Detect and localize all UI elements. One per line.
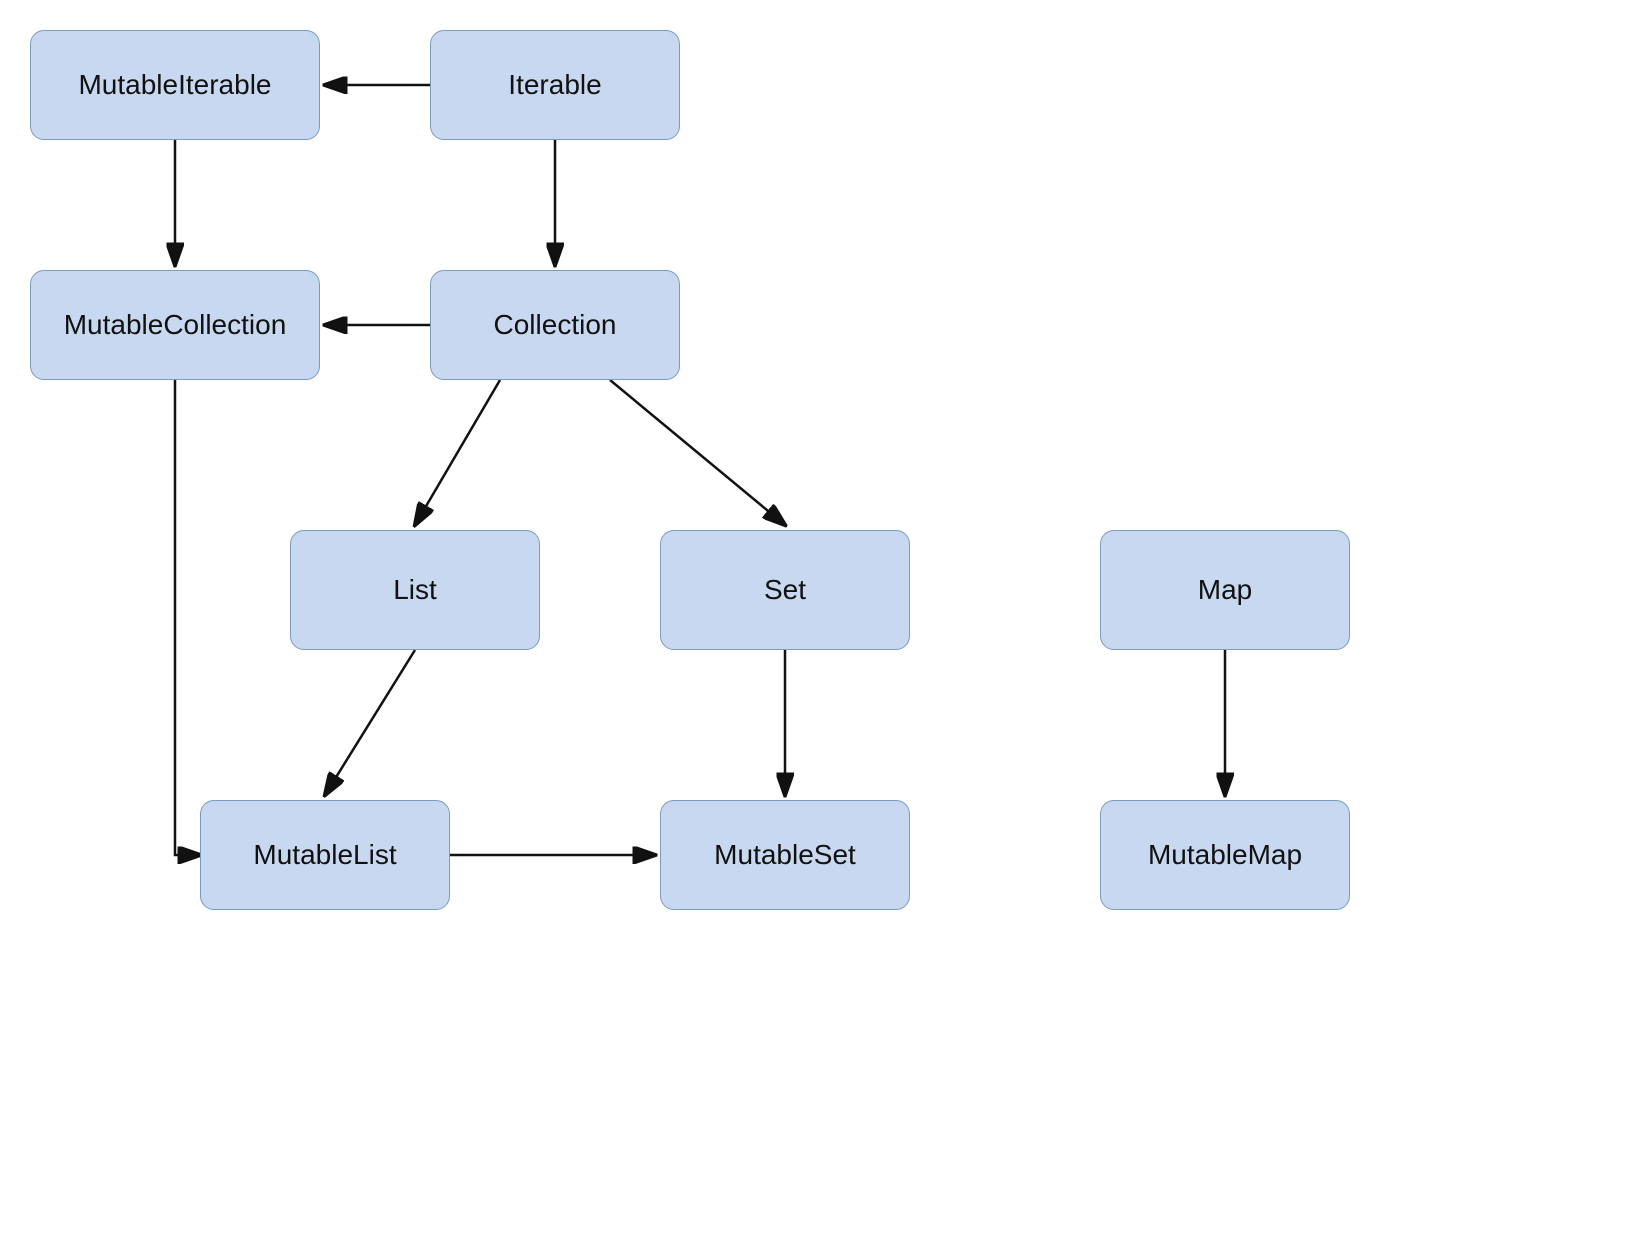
node-mutable-set: MutableSet — [660, 800, 910, 910]
node-label-mutable-map: MutableMap — [1148, 839, 1302, 871]
node-label-mutable-list: MutableList — [253, 839, 396, 871]
node-mutable-map: MutableMap — [1100, 800, 1350, 910]
node-label-iterable: Iterable — [508, 69, 601, 101]
node-label-mutable-collection: MutableCollection — [64, 309, 287, 341]
node-label-collection: Collection — [494, 309, 617, 341]
node-label-mutable-set: MutableSet — [714, 839, 856, 871]
node-mutable-list: MutableList — [200, 800, 450, 910]
node-label-map: Map — [1198, 574, 1252, 606]
diagram-container: MutableIterable Iterable MutableCollecti… — [0, 0, 1627, 1245]
node-label-mutable-iterable: MutableIterable — [78, 69, 271, 101]
node-list: List — [290, 530, 540, 650]
node-collection: Collection — [430, 270, 680, 380]
node-set: Set — [660, 530, 910, 650]
node-map: Map — [1100, 530, 1350, 650]
node-mutable-iterable: MutableIterable — [30, 30, 320, 140]
node-label-set: Set — [764, 574, 806, 606]
node-label-list: List — [393, 574, 437, 606]
node-iterable: Iterable — [430, 30, 680, 140]
node-mutable-collection: MutableCollection — [30, 270, 320, 380]
